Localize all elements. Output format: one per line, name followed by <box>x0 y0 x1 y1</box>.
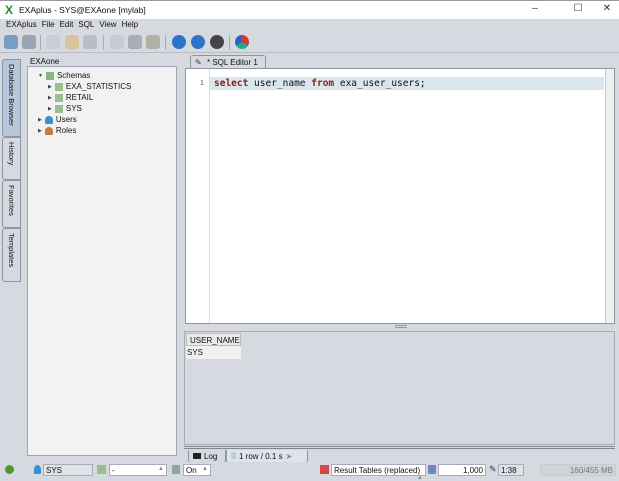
copy-icon[interactable] <box>128 35 142 49</box>
cursor-position-icon: ✎ <box>489 464 497 474</box>
minimize-button[interactable]: – <box>525 3 545 17</box>
toolbar-separator <box>103 35 104 50</box>
connect-icon[interactable] <box>4 35 18 49</box>
sql-code[interactable]: select user_name from exa_user_users; <box>214 78 426 89</box>
title-bar: X EXAplus - SYS@EXAone [mylab] – ☐ ✕ <box>0 0 619 19</box>
menu-help[interactable]: Help <box>122 19 138 31</box>
tab-templates[interactable]: Templates <box>2 228 21 282</box>
table-cell[interactable]: SYS <box>186 346 241 359</box>
pin-icon[interactable]: ➤ <box>286 452 293 461</box>
tree-node-users[interactable]: ▶ Users <box>38 115 77 124</box>
database-browser-panel: EXAone ▼ Schemas ▶ EXA_STATISTICS ▶ RETAIL … <box>24 54 178 458</box>
user-icon <box>34 465 41 474</box>
close-button[interactable]: ✕ <box>597 3 617 17</box>
schema-icon <box>54 93 63 102</box>
schema-folder-icon <box>45 71 54 80</box>
disconnect-icon[interactable] <box>22 35 36 49</box>
schema-icon <box>54 104 63 113</box>
cursor-position: 1:38 <box>498 464 524 476</box>
result-mode-select[interactable]: Result Tables (replaced) ▲ <box>331 464 426 481</box>
app-logo-icon: X <box>5 3 14 17</box>
connection-label: EXAone <box>30 57 60 66</box>
max-rows-input[interactable]: 1,000 <box>438 464 486 476</box>
tree-node-roles[interactable]: ▶ Roles <box>38 126 76 135</box>
editor-scrollbar[interactable] <box>605 69 614 323</box>
tree-node-schema[interactable]: ▶ RETAIL <box>48 93 93 102</box>
menu-edit[interactable]: Edit <box>60 19 74 31</box>
splitter-handle[interactable] <box>395 325 407 328</box>
autocommit-icon <box>172 465 180 474</box>
toolbar-separator <box>40 35 41 50</box>
column-header[interactable]: USER_NAME <box>186 333 241 346</box>
execute-current-icon[interactable] <box>191 35 205 49</box>
user-icon <box>44 115 53 124</box>
memory-usage[interactable]: 160/455 MB <box>540 464 616 476</box>
cut-icon[interactable] <box>110 35 124 49</box>
menu-exaplus[interactable]: EXAplus <box>6 19 37 31</box>
sql-editor[interactable]: 1 select user_name from exa_user_users; <box>185 68 615 324</box>
menu-view[interactable]: View <box>99 19 116 31</box>
tree-node-schema[interactable]: ▶ EXA_STATISTICS <box>48 82 131 91</box>
stop-icon[interactable] <box>210 35 224 49</box>
result-icon <box>231 452 236 459</box>
tab-sql-editor-1[interactable]: ✎ * SQL Editor 1✕ <box>190 55 266 76</box>
result-mode-icon <box>320 465 329 474</box>
autocommit-icon[interactable] <box>235 35 249 49</box>
open-folder-icon[interactable] <box>65 35 79 49</box>
new-sql-icon[interactable] <box>46 35 60 49</box>
maximize-button[interactable]: ☐ <box>568 3 588 17</box>
menu-file[interactable]: File <box>42 19 55 31</box>
tab-favorites[interactable]: Favorites <box>2 180 21 228</box>
autocommit-select[interactable]: On ▲ <box>183 464 211 476</box>
roles-icon <box>44 126 53 135</box>
schema-select[interactable]: - ▲ <box>109 464 167 476</box>
connection-status-icon <box>5 465 14 474</box>
execute-icon[interactable] <box>172 35 186 49</box>
menu-sql[interactable]: SQL <box>78 19 94 31</box>
result-table: USER_NAME SYS <box>184 331 615 445</box>
toolbar <box>0 31 619 53</box>
tab-database-browser[interactable]: Database Browser <box>2 59 21 137</box>
tree-node-schemas[interactable]: ▼ Schemas <box>38 71 90 80</box>
toolbar-separator <box>229 35 230 50</box>
bottom-tabs: Log 1 row / 0.1 s➤✕ <box>184 446 615 470</box>
schema-icon <box>97 465 106 474</box>
paste-icon[interactable] <box>146 35 160 49</box>
max-rows-icon <box>428 465 436 474</box>
side-tab-strip: Database Browser History Favorites Templ… <box>2 55 21 460</box>
line-gutter: 1 <box>186 69 210 323</box>
pencil-icon: ✎ <box>195 58 202 67</box>
window-title: EXAplus - SYS@EXAone [mylab] <box>19 5 146 15</box>
schema-tree: ▼ Schemas ▶ EXA_STATISTICS ▶ RETAIL ▶ SYS ▶ U… <box>27 66 177 456</box>
console-icon <box>193 453 201 459</box>
save-icon[interactable] <box>83 35 97 49</box>
tree-node-schema[interactable]: ▶ SYS <box>48 104 82 113</box>
status-bar: SYS - ▲ On ▲ Result Tables (replaced) ▲ 1,0… <box>0 462 619 481</box>
tab-history[interactable]: History <box>2 137 21 180</box>
toolbar-separator <box>165 35 166 50</box>
user-field: SYS <box>43 464 93 476</box>
schema-icon <box>54 82 63 91</box>
menu-bar: EXAplus File Edit SQL View Help <box>0 19 619 31</box>
